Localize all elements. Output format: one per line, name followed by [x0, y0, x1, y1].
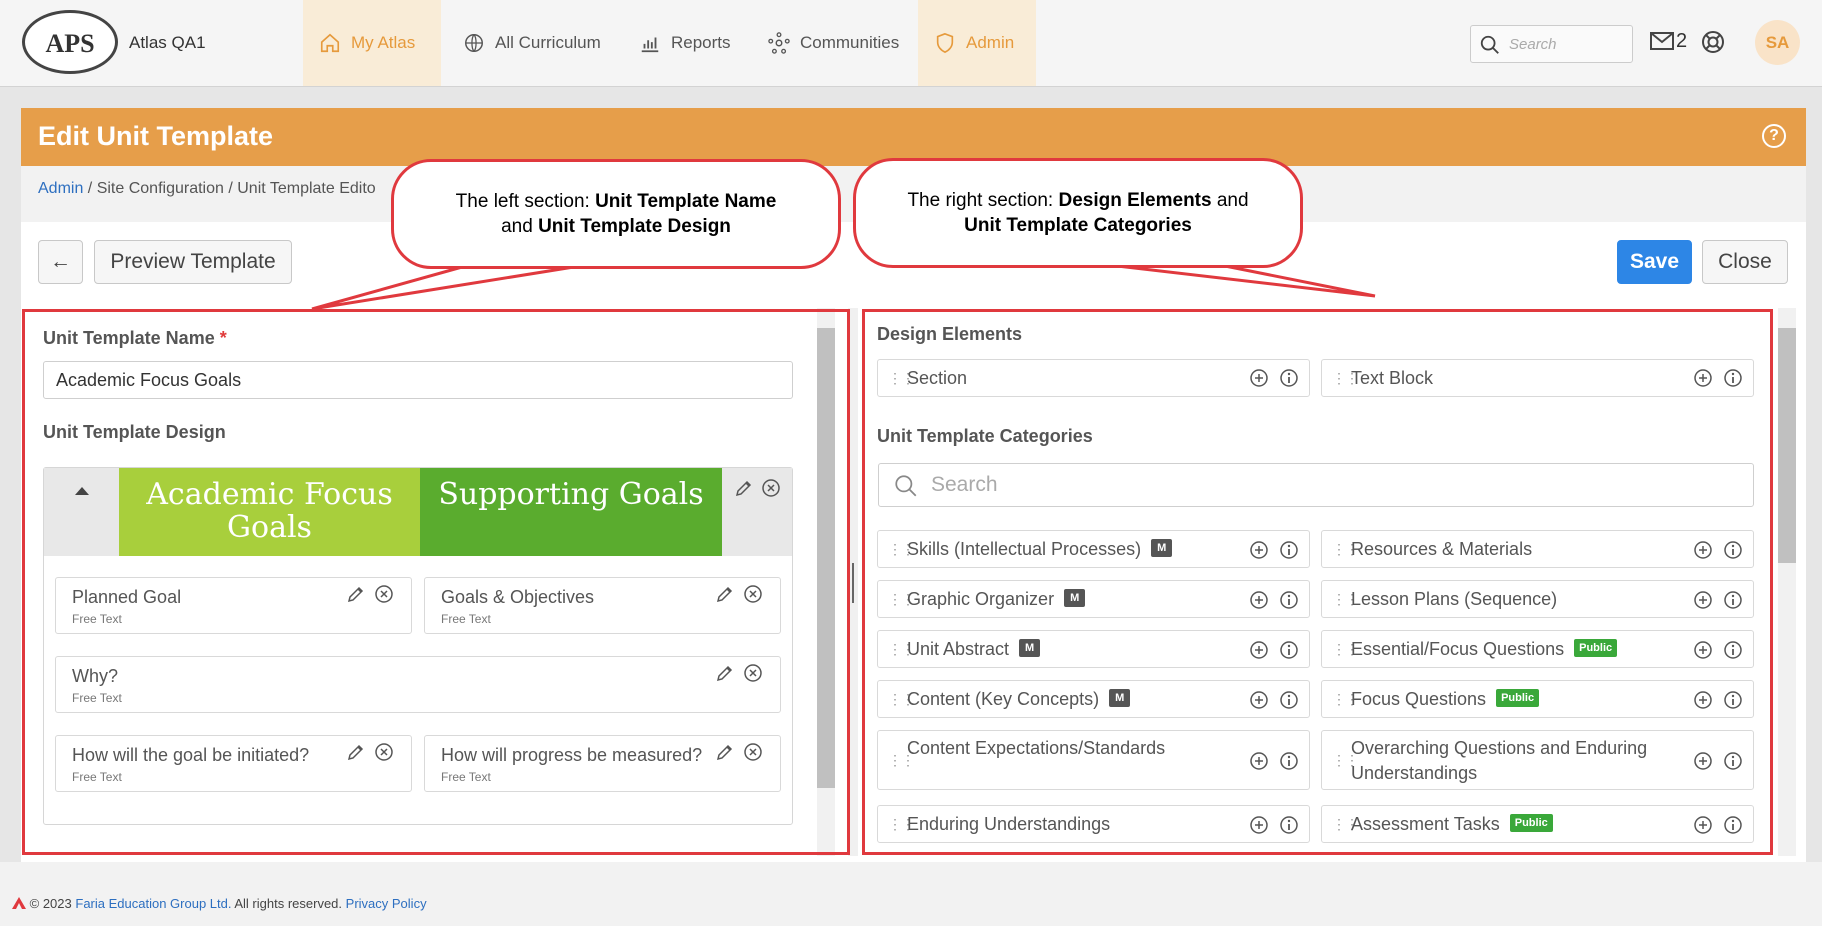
footer-copyright: © 2023	[29, 896, 72, 911]
faria-logo-icon	[12, 897, 26, 909]
footer: © 2023 Faria Education Group Ltd. All ri…	[0, 862, 1822, 926]
left-section-callout: The left section: Unit Template Name and …	[391, 159, 841, 269]
footer-company-link[interactable]: Faria Education Group Ltd.	[75, 896, 231, 911]
footer-privacy-link[interactable]: Privacy Policy	[346, 896, 427, 911]
callout-pointers	[311, 260, 1376, 311]
footer-rights: All rights reserved.	[234, 896, 343, 911]
right-section-callout: The right section: Design Elements and Un…	[853, 158, 1303, 268]
